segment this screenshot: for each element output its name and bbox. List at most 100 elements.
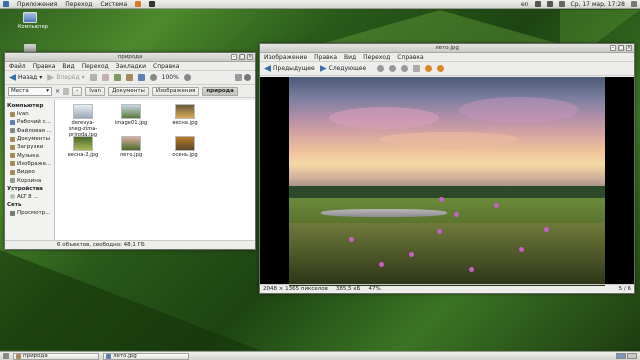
rotate-right-icon[interactable] <box>437 65 445 72</box>
show-desktop-icon[interactable] <box>3 353 9 359</box>
sidebar-item-videos[interactable]: Видео <box>7 168 52 176</box>
menu-go[interactable]: Переход <box>82 63 109 70</box>
zoom-out-icon[interactable] <box>389 65 397 72</box>
sidebar-item-music[interactable]: Музыка <box>7 151 52 159</box>
next-button[interactable]: Следующее <box>319 65 366 72</box>
file-item[interactable]: осень.jpg <box>167 136 203 158</box>
computer-icon <box>23 12 37 23</box>
menu-help[interactable]: Справка <box>153 63 179 70</box>
menu-help[interactable]: Справка <box>397 54 423 61</box>
zoom-fit-icon[interactable] <box>413 65 421 72</box>
file-item[interactable]: image01.jpg <box>113 104 149 126</box>
menu-system[interactable]: Система <box>100 1 127 8</box>
chevron-down-icon: ▾ <box>46 88 49 94</box>
menu-edit[interactable]: Правка <box>33 63 56 70</box>
previous-button[interactable]: Предыдущее <box>264 65 315 72</box>
desktop-icon-label: Компьютер <box>18 24 48 30</box>
image-thumbnail <box>121 136 141 151</box>
folder-icon <box>10 144 15 150</box>
apps-icon[interactable] <box>3 1 9 7</box>
sidebar-item-browse-network[interactable]: Просмотр... <box>7 209 52 217</box>
user-icon[interactable] <box>631 1 637 7</box>
menu-edit[interactable]: Правка <box>314 54 337 61</box>
image-viewer-toolbar: Предыдущее Следующее <box>260 62 634 76</box>
rotate-left-icon[interactable] <box>425 65 433 72</box>
desktop-icon-computer[interactable]: Компьютер <box>18 12 48 30</box>
close-button[interactable]: × <box>247 54 253 60</box>
sidebar-item-filesystem[interactable]: Файловая ... <box>7 127 52 135</box>
close-sidebar-icon[interactable]: × <box>55 88 60 95</box>
sidebar-item-desktop[interactable]: Рабочий с... <box>7 118 52 126</box>
reload-icon[interactable] <box>113 74 121 81</box>
forward-button[interactable]: Вперёд ▾ <box>47 74 85 81</box>
file-manager-toolbar: Назад ▾ Вперёд ▾ 100% <box>5 71 255 85</box>
breadcrumb-current[interactable]: природа <box>202 86 238 96</box>
file-item[interactable]: лето.jpg <box>113 136 149 158</box>
icon-view-icon[interactable] <box>235 74 242 81</box>
menu-places[interactable]: Переход <box>65 1 92 8</box>
photo-flower <box>439 197 444 202</box>
terminal-launcher-icon[interactable] <box>149 1 156 7</box>
menu-view[interactable]: Вид <box>344 54 356 61</box>
zoom-in-icon[interactable] <box>377 65 385 72</box>
taskbar-item-file-manager[interactable]: природа <box>13 352 99 360</box>
taskbar-item-image-viewer[interactable]: лето.jpg <box>103 352 189 360</box>
menu-view[interactable]: Вид <box>62 63 74 70</box>
sidebar-header-network: Сеть <box>7 201 22 208</box>
breadcrumb-documents[interactable]: Документы <box>107 86 149 96</box>
menu-file[interactable]: Файл <box>9 63 26 70</box>
photo-flower <box>544 227 549 232</box>
keyboard-layout[interactable]: en <box>521 1 529 8</box>
power-icon[interactable] <box>558 1 565 7</box>
clock[interactable]: Ср, 17 мар, 17:28 <box>571 1 625 8</box>
minimize-button[interactable]: – <box>231 54 237 60</box>
folder-icon <box>10 136 15 142</box>
sidebar-item-disc[interactable]: ALT 8 ... <box>7 193 52 201</box>
menu-bookmarks[interactable]: Закладки <box>116 63 146 70</box>
search-icon[interactable] <box>244 74 251 81</box>
close-button[interactable]: × <box>626 45 632 51</box>
breadcrumb-ivan[interactable]: Ivan <box>85 86 105 96</box>
maximize-button[interactable]: □ <box>239 54 245 60</box>
network-icon[interactable] <box>534 1 541 7</box>
sidebar-item-trash[interactable]: Корзина <box>7 176 52 184</box>
menu-applications[interactable]: Приложения <box>17 1 57 8</box>
file-item[interactable]: весна-2.jpg <box>65 136 101 158</box>
home-icon[interactable] <box>125 74 133 81</box>
maximize-button[interactable]: □ <box>618 45 624 51</box>
workspace-2[interactable] <box>627 353 637 359</box>
volume-icon[interactable] <box>546 1 553 7</box>
image-viewer-menubar: Изображение Правка Вид Переход Справка <box>260 53 634 62</box>
zoom-in-icon[interactable] <box>183 74 191 81</box>
file-item[interactable]: весна.jpg <box>167 104 203 126</box>
browser-launcher-icon[interactable] <box>135 1 142 7</box>
sidebar-item-downloads[interactable]: Загрузки <box>7 143 52 151</box>
image-canvas[interactable] <box>260 77 634 286</box>
zoom-normal-icon[interactable] <box>401 65 409 72</box>
file-item[interactable]: derevya-sneg-zima-priroda.jpg <box>65 104 101 138</box>
toggle-path-icon[interactable] <box>63 87 70 95</box>
computer-icon[interactable] <box>137 74 145 81</box>
image-viewer-window: лето.jpg – □ × Изображение Правка Вид Пе… <box>259 43 635 294</box>
breadcrumb-images[interactable]: Изображения <box>151 86 200 96</box>
sidebar-item-pictures[interactable]: Изображе... <box>7 160 52 168</box>
breadcrumb-scroll-left[interactable]: ‹ <box>72 86 83 96</box>
desktop-icon <box>10 119 15 125</box>
places-sidebar: Компьютер Ivan Рабочий с... Файловая ...… <box>5 100 55 240</box>
minimize-button[interactable]: – <box>610 45 616 51</box>
sidebar-mode-select[interactable]: Места ▾ <box>8 86 52 96</box>
photo-cloud <box>459 97 579 123</box>
menu-go[interactable]: Переход <box>363 54 390 61</box>
file-manager-titlebar[interactable]: природа – □ × <box>5 53 255 62</box>
file-view: derevya-sneg-zima-priroda.jpg image01.jp… <box>55 100 255 240</box>
sidebar-item-home[interactable]: Ivan <box>7 110 52 118</box>
image-viewer-titlebar[interactable]: лето.jpg – □ × <box>260 44 634 53</box>
zoom-out-icon[interactable] <box>149 74 157 81</box>
image-thumbnail <box>175 104 195 119</box>
menu-image[interactable]: Изображение <box>264 54 307 61</box>
up-icon[interactable] <box>89 74 97 81</box>
workspace-1[interactable] <box>616 353 626 359</box>
back-button[interactable]: Назад ▾ <box>9 74 42 81</box>
stop-icon[interactable] <box>101 74 109 81</box>
sidebar-item-documents[interactable]: Документы <box>7 135 52 143</box>
